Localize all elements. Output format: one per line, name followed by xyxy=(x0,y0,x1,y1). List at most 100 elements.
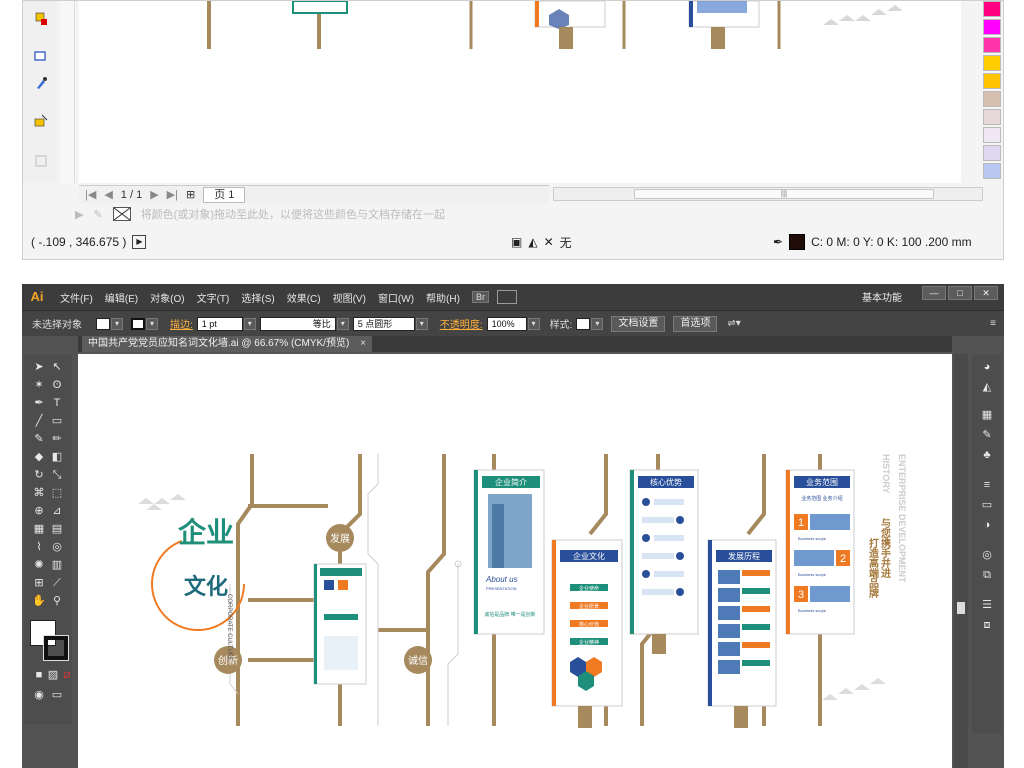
screen-mode-icon[interactable]: ▭ xyxy=(50,688,64,702)
menu-edit[interactable]: 编辑(E) xyxy=(99,290,144,305)
layers-panel-icon[interactable]: ☰ xyxy=(980,598,994,612)
shape-builder-icon[interactable]: ⊕ xyxy=(32,504,46,518)
palette-swatch[interactable] xyxy=(983,37,1001,53)
scroll-thumb[interactable]: ||| xyxy=(634,189,934,199)
document-tab[interactable]: 中国共产党党员应知名词文化墙.ai @ 66.67% (CMYK/预览) × xyxy=(82,336,372,352)
style-dropdown[interactable]: ▾ xyxy=(591,317,604,330)
blob-brush-icon[interactable]: ◆ xyxy=(32,450,46,464)
palette-swatch[interactable] xyxy=(983,127,1001,143)
eyedropper-icon[interactable]: ✎ xyxy=(93,208,102,221)
graphic-style-swatch[interactable] xyxy=(576,317,591,330)
brushes-panel-icon[interactable]: ✎ xyxy=(980,428,994,442)
palette-swatch[interactable] xyxy=(983,91,1001,107)
fill-settings-icon[interactable]: ▣ xyxy=(511,235,522,249)
first-page-button[interactable]: |◀ xyxy=(85,188,96,201)
outline-color-swatch[interactable] xyxy=(789,234,806,250)
eyedropper-icon[interactable]: ⌇ xyxy=(32,540,46,554)
palette-swatch[interactable] xyxy=(983,1,1001,17)
minimize-button[interactable]: — xyxy=(922,286,946,300)
line-tool-icon[interactable]: ╱ xyxy=(32,414,46,428)
direct-selection-icon[interactable]: ↖ xyxy=(50,360,64,374)
interactive-fill-icon[interactable] xyxy=(33,113,49,129)
lasso-icon[interactable]: ʘ xyxy=(50,378,64,392)
rotate-icon[interactable]: ↻ xyxy=(32,468,46,482)
stroke-color-box[interactable] xyxy=(43,635,69,661)
menu-view[interactable]: 视图(V) xyxy=(327,290,372,305)
warp-icon[interactable]: ⌘ xyxy=(32,486,46,500)
maximize-button[interactable]: □ xyxy=(948,286,972,300)
brush-dropdown[interactable]: ▾ xyxy=(415,317,428,330)
gradient-icon[interactable]: ▤ xyxy=(50,522,64,536)
play-icon[interactable]: ▶ xyxy=(132,235,147,249)
paintbrush-icon[interactable]: ✎ xyxy=(32,432,46,446)
stroke-label[interactable]: 描边: xyxy=(170,316,193,331)
color-mode-icon[interactable]: ■ xyxy=(32,668,46,682)
opacity-field[interactable]: 100% xyxy=(486,316,527,331)
last-page-button[interactable]: ▶| xyxy=(167,188,178,201)
graphic-styles-icon[interactable]: ⧉ xyxy=(980,568,994,582)
fill-color-swatch[interactable] xyxy=(96,317,110,330)
palette-swatch[interactable] xyxy=(983,55,1001,71)
coreldraw-canvas[interactable] xyxy=(79,1,961,183)
graph-tool-icon[interactable]: ▥ xyxy=(50,558,64,572)
color-panel-icon[interactable]: ◕ xyxy=(980,360,994,374)
workspace-switcher[interactable]: 基本功能 xyxy=(862,289,902,304)
fill-tool-icon[interactable] xyxy=(33,11,49,27)
draw-mode-icon[interactable]: ◉ xyxy=(32,688,46,702)
profile-dropdown[interactable]: ▾ xyxy=(336,317,349,330)
symbol-sprayer-icon[interactable]: ✺ xyxy=(32,558,46,572)
gradient-panel-icon[interactable]: ▭ xyxy=(980,498,994,512)
menu-window[interactable]: 窗口(W) xyxy=(372,290,420,305)
palette-swatch[interactable] xyxy=(983,19,1001,35)
bridge-button[interactable]: Br xyxy=(471,291,489,303)
palette-swatch[interactable] xyxy=(983,145,1001,161)
page-tab[interactable]: 页 1 xyxy=(203,186,246,203)
artboard-canvas[interactable]: 发展 创新 诚信 企业 文化 CORPORATE CULTURE 员工风采 企业… xyxy=(78,354,952,768)
palette-swatch[interactable] xyxy=(983,109,1001,125)
arrange-documents-icon[interactable] xyxy=(496,290,517,304)
rectangle-tool-icon[interactable]: ▭ xyxy=(50,414,64,428)
pencil-icon[interactable]: ✏ xyxy=(50,432,64,446)
stroke-color-swatch[interactable] xyxy=(131,317,145,330)
menu-help[interactable]: 帮助(H) xyxy=(420,290,466,305)
stroke-weight-dropdown[interactable]: ▾ xyxy=(243,317,256,330)
none-mode-icon[interactable]: ⧄ xyxy=(60,668,74,682)
pen-tool-icon[interactable]: ✒ xyxy=(32,396,46,410)
eyedropper-tool-icon[interactable] xyxy=(33,75,49,91)
gradient-mode-icon[interactable]: ▨ xyxy=(46,668,60,682)
appearance-panel-icon[interactable]: ◎ xyxy=(980,548,994,562)
menu-effect[interactable]: 效果(C) xyxy=(281,290,327,305)
horizontal-scrollbar[interactable]: ||| xyxy=(553,187,983,201)
blend-icon[interactable]: ◎ xyxy=(50,540,64,554)
scroll-thumb[interactable] xyxy=(957,602,965,614)
close-button[interactable]: ✕ xyxy=(974,286,998,300)
slice-tool-icon[interactable]: ⟋ xyxy=(50,576,64,590)
magic-wand-icon[interactable]: ✶ xyxy=(32,378,46,392)
menu-select[interactable]: 选择(S) xyxy=(235,290,280,305)
transparency-panel-icon[interactable]: ◑ xyxy=(980,518,994,532)
mesh-icon[interactable]: ▦ xyxy=(32,522,46,536)
next-page-button[interactable]: ▶ xyxy=(150,188,158,201)
vertical-scrollbar[interactable] xyxy=(954,354,968,768)
preferences-button[interactable]: 首选项 xyxy=(673,315,718,332)
stroke-weight-field[interactable]: 1 pt xyxy=(196,316,243,331)
zoom-tool-icon[interactable]: ⚲ xyxy=(50,594,64,608)
document-setup-button[interactable]: 文档设置 xyxy=(611,315,666,332)
panel-menu-icon[interactable]: ≡ xyxy=(990,318,996,329)
menu-object[interactable]: 对象(O) xyxy=(144,290,190,305)
no-color-swatch[interactable] xyxy=(112,207,131,221)
type-tool-icon[interactable]: T xyxy=(50,396,64,410)
free-transform-icon[interactable]: ⬚ xyxy=(50,486,64,500)
brush-definition[interactable]: 5 点圆形 xyxy=(352,316,415,331)
fill-dropdown[interactable]: ▾ xyxy=(111,317,123,330)
smart-fill-icon[interactable] xyxy=(33,153,49,169)
selection-tool-icon[interactable]: ➤ xyxy=(32,360,46,374)
stroke-dropdown[interactable]: ▾ xyxy=(146,317,158,330)
stroke-panel-icon[interactable]: ≡ xyxy=(980,478,994,492)
opacity-dropdown[interactable]: ▾ xyxy=(527,317,540,330)
palette-swatch[interactable] xyxy=(983,73,1001,89)
variable-width-profile[interactable]: 等比 xyxy=(259,316,336,331)
shadow-tool-icon[interactable] xyxy=(33,49,49,65)
menu-file[interactable]: 文件(F) xyxy=(54,290,99,305)
prev-page-button[interactable]: ◀ xyxy=(104,188,112,201)
